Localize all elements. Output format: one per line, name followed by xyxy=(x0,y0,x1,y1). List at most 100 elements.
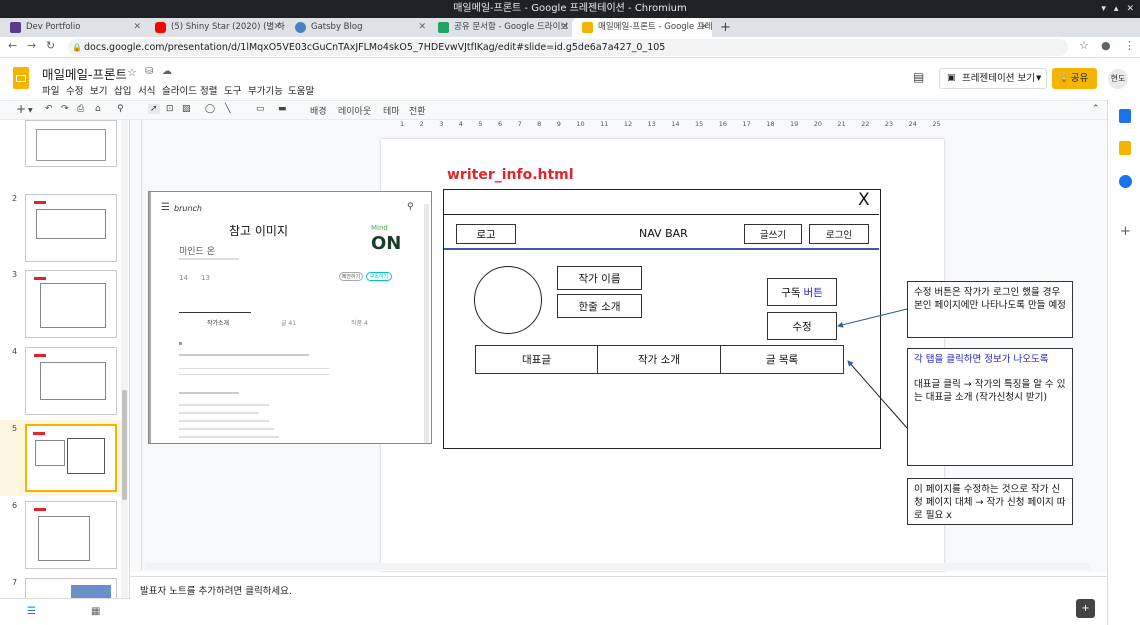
slide[interactable]: writer_info.html ☰ brunch ⚲ 참고 이미지 Mind … xyxy=(148,139,1073,571)
select-icon[interactable]: ➚ xyxy=(148,104,160,114)
slide-thumbnail[interactable] xyxy=(25,194,117,262)
note-replace-page[interactable]: 이 페이지를 수정하는 것으로 작가 신청 페이지 대체 → 작가 신청 페이지… xyxy=(907,478,1073,525)
slide-thumbnail[interactable] xyxy=(25,270,117,338)
keep-icon[interactable] xyxy=(1119,141,1131,155)
omnibox[interactable]: 🔒 docs.google.com/presentation/d/1lMqxO5… xyxy=(68,39,1068,56)
menu-addons[interactable]: 부가기능 xyxy=(248,83,283,97)
background-button[interactable]: 배경 xyxy=(310,104,327,117)
image-icon[interactable]: ▨ xyxy=(182,104,191,114)
forward-icon[interactable]: → xyxy=(27,39,36,52)
horizontal-ruler: 1 2 3 4 5 6 7 8 9 10 11 12 13 14 15 16 17 18 19 20 21 22 23 24 2… xyxy=(400,120,941,128)
redo-icon[interactable]: ↷ xyxy=(61,104,69,114)
avatar[interactable]: 현도 xyxy=(1108,69,1128,89)
browser-tab[interactable]: (5) Shiny Star (2020) (별 하 ✕ xyxy=(145,18,285,37)
print-icon[interactable]: ⎙ xyxy=(77,104,84,114)
slide-thumbnail-selected[interactable] xyxy=(25,424,117,492)
maximize-icon[interactable]: ▴ xyxy=(1114,0,1119,18)
comments-icon[interactable]: ▤ xyxy=(913,70,924,84)
filmstrip-scrollbar[interactable] xyxy=(121,120,128,598)
browser-tab[interactable]: 공유 문서함 - Google 드라이브 ✕ xyxy=(428,18,573,37)
canvas-horizontal-scrollbar[interactable] xyxy=(145,563,1090,570)
tab-label: 공유 문서함 - Google 드라이브 xyxy=(454,22,569,32)
slide-number: 7 xyxy=(12,578,18,587)
tab-close-icon[interactable]: ✕ xyxy=(133,18,141,37)
menu-format[interactable]: 서식 xyxy=(138,83,155,97)
drive-favicon-icon xyxy=(438,22,449,33)
layout-button[interactable]: 레이아웃 xyxy=(338,104,371,117)
shape-icon[interactable]: ◯ xyxy=(205,104,215,114)
menu-help[interactable]: 도움말 xyxy=(288,83,314,97)
menu-slide[interactable]: 슬라이드 xyxy=(162,83,197,97)
slide-number: 3 xyxy=(12,270,18,279)
slide-thumbnail[interactable] xyxy=(25,501,117,569)
back-icon[interactable]: ← xyxy=(8,39,17,52)
tab-close-icon[interactable]: ✕ xyxy=(700,18,708,37)
menu-insert[interactable]: 삽입 xyxy=(114,83,131,97)
cloud-status-icon: ☁ xyxy=(162,66,172,77)
ref-tab-works: 작품 4 xyxy=(351,320,368,327)
more-menu-icon[interactable]: ⋮ xyxy=(1124,39,1135,52)
bookmark-star-icon[interactable]: ☆ xyxy=(1079,39,1089,52)
explore-icon[interactable]: + xyxy=(1076,599,1095,618)
theme-button[interactable]: 테마 xyxy=(383,104,400,117)
menu-tools[interactable]: 도구 xyxy=(224,83,241,97)
note-edit-button[interactable]: 수정 버튼은 작가가 로그인 했을 경우 본인 페이지에만 나타나도록 만들 예… xyxy=(907,281,1073,338)
slide-filmstrip: 2 3 4 5 6 7 xyxy=(0,120,130,598)
slide-thumbnail[interactable] xyxy=(25,578,117,598)
menu-view[interactable]: 보기 xyxy=(90,83,107,97)
lock-share-icon: 🔒 xyxy=(1059,74,1069,83)
menu-edit[interactable]: 수정 xyxy=(66,83,83,97)
collapse-toolbar-icon[interactable]: ⌃ xyxy=(1092,104,1100,114)
minimize-icon[interactable]: ▾ xyxy=(1101,0,1106,18)
note-tab-behavior[interactable]: 각 탭을 클릭하면 정보가 나오도록 대표글 클릭 → 작가의 특징을 알 수 … xyxy=(907,348,1073,466)
slide-number: 4 xyxy=(12,347,18,356)
share-button[interactable]: 🔒 공유 xyxy=(1052,68,1097,89)
present-label: 프레젠테이션 보기 xyxy=(962,73,1035,84)
browser-tab-active[interactable]: 매일메일-프론트 - Google 프레젠 ✕ xyxy=(572,18,712,37)
reference-caption: 참고 이미지 xyxy=(229,224,289,238)
transition-button[interactable]: 전환 xyxy=(409,104,426,117)
menu-file[interactable]: 파일 xyxy=(42,83,59,97)
document-title[interactable]: 매일메일-프론트 xyxy=(42,64,127,83)
paint-format-icon[interactable]: ⌂ xyxy=(95,104,101,114)
slides-logo-icon[interactable] xyxy=(13,67,29,89)
browser-tab[interactable]: Dev Portfolio ✕ xyxy=(0,18,145,37)
gatsby-favicon-icon xyxy=(295,22,306,33)
youtube-favicon-icon xyxy=(155,22,166,33)
tab-close-icon[interactable]: ✕ xyxy=(418,18,426,37)
new-slide-icon[interactable]: + xyxy=(16,102,26,116)
chevron-down-icon[interactable]: ▼ xyxy=(28,107,33,114)
comment-add-icon[interactable]: ▭ xyxy=(256,104,265,114)
add-addon-icon[interactable]: + xyxy=(1120,224,1131,239)
zoom-icon[interactable]: ⚲ xyxy=(117,104,124,114)
slide-thumbnail[interactable] xyxy=(25,120,117,167)
new-tab-button[interactable]: + xyxy=(720,18,731,37)
slide-thumbnail[interactable] xyxy=(25,347,117,415)
filmstrip-view-icon[interactable]: ☰ xyxy=(27,606,36,617)
close-window-icon[interactable]: ✕ xyxy=(1126,0,1134,18)
present-button[interactable]: ▣ 프레젠테이션 보기 ▼ xyxy=(939,68,1047,89)
tasks-icon[interactable] xyxy=(1119,175,1132,188)
star-icon[interactable]: ☆ xyxy=(127,66,137,79)
line-icon[interactable]: ╲ xyxy=(225,104,230,114)
undo-icon[interactable]: ↶ xyxy=(45,104,53,114)
border-weight-icon[interactable]: ▬ xyxy=(278,104,287,114)
slide-number: 5 xyxy=(12,424,18,433)
profile-icon[interactable]: ● xyxy=(1101,39,1111,52)
slide-number: 2 xyxy=(12,194,18,203)
textbox-icon[interactable]: ⊡ xyxy=(166,104,174,114)
slide-number: 6 xyxy=(12,501,18,510)
grid-view-icon[interactable]: ▦ xyxy=(91,606,100,617)
menu-arrange[interactable]: 정렬 xyxy=(200,83,217,97)
chevron-down-icon[interactable]: ▼ xyxy=(1036,69,1041,88)
reload-icon[interactable]: ↻ xyxy=(46,39,55,52)
tab-close-icon[interactable]: ✕ xyxy=(561,18,569,37)
calendar-icon[interactable] xyxy=(1119,109,1131,123)
tab-label: 매일메일-프론트 - Google 프레젠 xyxy=(598,22,712,32)
tab-close-icon[interactable]: ✕ xyxy=(273,18,281,37)
ref-tab-intro: 작가소개 xyxy=(207,320,230,327)
speaker-notes[interactable]: 발표자 노트를 추가하려면 클릭하세요. + xyxy=(131,576,1107,625)
browser-tab[interactable]: Gatsby Blog ✕ xyxy=(285,18,430,37)
editing-toolbar: + ▼ ↶ ↷ ⎙ ⌂ ⚲ ➚ ⊡ ▨ ◯ ╲ ▭ ▬ 배경 레이아웃 테마 전… xyxy=(0,100,1107,120)
move-folder-icon[interactable]: ⛁ xyxy=(145,66,153,77)
